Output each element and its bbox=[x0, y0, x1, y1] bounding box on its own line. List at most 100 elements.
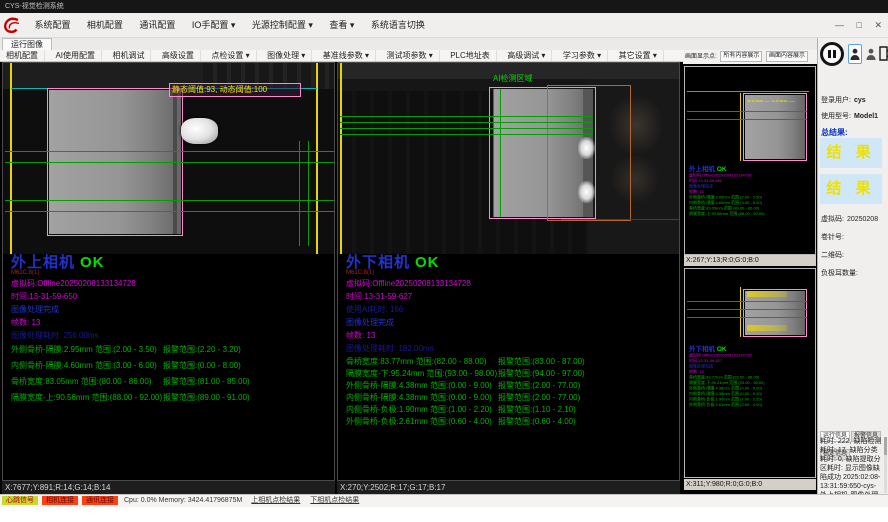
menu-camera-config[interactable]: 相机配置 bbox=[87, 13, 123, 38]
result-box-lower: 结 果 bbox=[820, 174, 882, 204]
ai-elapsed: 使用AI耗时: 166 bbox=[346, 304, 403, 315]
comm-connection-badge: 通讯连接 bbox=[82, 496, 118, 505]
log-scrollbar[interactable] bbox=[884, 437, 887, 493]
detection-roi-box bbox=[743, 93, 807, 161]
close-button[interactable]: ✕ bbox=[874, 20, 882, 30]
statusbar: 心跳信号相机连接通讯连接 Cpu: 0.0% Memory: 3424.41796… bbox=[0, 494, 888, 507]
tool-camera-debug[interactable]: 相机调试 bbox=[106, 50, 151, 61]
engineer-user-button[interactable] bbox=[865, 47, 877, 62]
menu-system-config[interactable]: 系统配置 bbox=[34, 13, 70, 38]
tab-show-screen-content[interactable]: 画面内容展示 bbox=[766, 51, 808, 62]
tool-ai-config[interactable]: AI使用配置 bbox=[49, 50, 102, 61]
threshold-label: 静态阈值:93, 动态阈值:100 bbox=[170, 84, 300, 96]
thumb-header: 画面显示点: 所有内容展示 画面内容展示 bbox=[683, 51, 817, 64]
guide-line-red bbox=[561, 219, 679, 220]
guide-line-yellow bbox=[340, 63, 342, 254]
camera-name: 外上相机 bbox=[11, 254, 75, 271]
menu-light-config[interactable]: 光源控制配置 ▾ bbox=[252, 13, 313, 38]
frame-count: 帧数: 13 bbox=[346, 330, 375, 341]
tool-advanced-debug[interactable]: 高级调试 ▾ bbox=[501, 50, 552, 61]
thumb-header-label: 画面显示点: bbox=[685, 54, 717, 60]
side-panel: 登录用户:cys 使用型号:Model1 总结果: 结 果 结 果 虚拟码:20… bbox=[817, 38, 888, 494]
result-box-upper: 结 果 bbox=[820, 138, 882, 168]
result-ok: OK bbox=[415, 254, 440, 271]
heartbeat-badge: 心跳信号 bbox=[2, 496, 38, 505]
camera-view-upper: 静态阈值:93, 动态阈值:100 外上相机 OK M61C.8(1) 虚拟码:O… bbox=[2, 62, 335, 481]
measurement-row: 外侧骨桥-隔膜:4.38mm 范围:(0.00 - 9.00)报警范围:(2.0… bbox=[346, 380, 679, 391]
menu-io-config[interactable]: IO手配置 ▾ bbox=[192, 13, 236, 38]
camera-image-upper: 静态阈值:93, 动态阈值:100 bbox=[3, 63, 334, 254]
pause-button[interactable] bbox=[820, 42, 844, 66]
tool-baseline-params[interactable]: 基准线参数 ▾ bbox=[317, 50, 376, 61]
measurement-row: 外侧骨桥-负极:2.61mm 范围:(0.60 - 4.00)报警范围:(0.6… bbox=[346, 416, 679, 427]
model-row: 使用型号:Model1 bbox=[821, 111, 878, 121]
tool-image-processing[interactable]: 图像处理 ▾ bbox=[261, 50, 312, 61]
minimize-button[interactable]: — bbox=[835, 20, 844, 30]
measurement-row: 骨桥宽度:83.77mm 范围:(82.00 - 88.00)报警范围:(83.… bbox=[346, 356, 679, 367]
maximize-button[interactable]: □ bbox=[857, 20, 862, 30]
thumb-result-text: 外下相机 OK 虚拟码:Offline20250208133134728 时间:… bbox=[689, 345, 816, 408]
value-label-tiny bbox=[747, 291, 787, 297]
measurement-row: 骨桥宽度:83.05mm 范围:(80.00 - 86.00)报警范围:(81.… bbox=[11, 376, 334, 387]
exit-button[interactable] bbox=[878, 44, 888, 63]
process-elapsed: 图像处理耗时: 256.00ms bbox=[11, 330, 99, 341]
user-icon bbox=[850, 48, 860, 61]
capture-time: 时间:13-31-59-627 bbox=[346, 291, 412, 302]
guide-line-green bbox=[687, 119, 807, 120]
model-value: Model1 bbox=[854, 113, 878, 120]
cpu-memory-text: Cpu: 0.0% Memory: 3424.41796875M bbox=[124, 497, 242, 504]
measurement-row: 内侧骨桥-隔膜:4.38mm 范围:(0.00 - 9.00)报警范围:(2.0… bbox=[346, 392, 679, 403]
upper-camera-check-link[interactable]: 上相机点检结果 bbox=[251, 497, 300, 504]
measurement-row: 内侧骨桥-隔膜:4.60mm 范围:(3.00 - 6.00)报警范围:(0.0… bbox=[11, 360, 334, 371]
guide-line-green bbox=[687, 317, 807, 318]
tool-advanced-settings[interactable]: 高级设置 bbox=[156, 50, 201, 61]
mouse-pixel-status-upper: X:7677;Y:891;R:14;G:14;B:14 bbox=[2, 481, 335, 494]
tab-highlight bbox=[181, 118, 218, 144]
winder-number-label: 卷针号: bbox=[821, 232, 844, 242]
tab-highlight bbox=[578, 137, 595, 159]
plc-address-text: M61C.8(1) bbox=[11, 270, 39, 276]
tool-spot-check[interactable]: 点检设置 ▾ bbox=[205, 50, 256, 61]
mouse-pixel-status-lower: X:270;Y:2502;R:17;G:17;B:17 bbox=[337, 481, 680, 494]
tool-other-settings[interactable]: 其它设置 ▾ bbox=[613, 50, 664, 61]
virtual-code-row: 虚拟码:20250208 bbox=[821, 214, 878, 224]
window-controls: — □ ✕ bbox=[825, 13, 882, 38]
thumb-result-text: 外上相机 OK 虚拟码:Offline20250208133134728 时间:… bbox=[689, 165, 816, 217]
menu-comm-config[interactable]: 通讯配置 bbox=[139, 13, 175, 38]
lower-camera-check-link[interactable]: 下相机点检结果 bbox=[310, 497, 359, 504]
menu-language-switch[interactable]: 系统语言切换 bbox=[371, 13, 425, 38]
operator-user-button[interactable] bbox=[848, 44, 862, 64]
result-ok: OK bbox=[80, 254, 105, 271]
tool-test-params[interactable]: 测试项参数 ▾ bbox=[380, 50, 439, 61]
tool-camera-config[interactable]: 相机配置 bbox=[0, 50, 45, 61]
virtual-code: 虚拟码:Offline20250208133134728 bbox=[11, 278, 136, 289]
camera-name: 外下相机 bbox=[346, 254, 410, 271]
app-window: CYS-视觉检测系统 系统配置 相机配置 通讯配置 IO手配置 ▾ 光源控制配置… bbox=[0, 0, 888, 522]
tab-show-all-content[interactable]: 所有内容展示 bbox=[720, 51, 762, 62]
camera-view-lower: AI检测区域 外下相机 OK M61C.8(1) 虚拟码:Offline20250… bbox=[337, 62, 680, 481]
camera-result-title: 外上相机 OK bbox=[11, 251, 105, 272]
login-user-row: 登录用户:cys bbox=[821, 95, 866, 105]
app-logo-icon bbox=[3, 16, 21, 34]
capture-time: 时间:13-31-59-650 bbox=[11, 291, 77, 302]
guide-line-yellow bbox=[316, 63, 318, 254]
tool-plc-address[interactable]: PLC地址表 bbox=[444, 50, 497, 61]
virtual-code: 虚拟码:Offline20250208133134728 bbox=[346, 278, 471, 289]
process-done: 图像处理完成 bbox=[11, 304, 59, 315]
plc-address-text: M61C.8(1) bbox=[346, 270, 374, 276]
tab-run-image[interactable]: 运行图像 bbox=[2, 38, 52, 50]
user-icon bbox=[866, 48, 876, 61]
camera-connection-badge: 相机连接 bbox=[42, 496, 78, 505]
tool-learning-params[interactable]: 学习参数 ▾ bbox=[557, 50, 608, 61]
negative-tab-count-label: 负极耳数量: bbox=[821, 268, 858, 278]
threshold-label-box: 静态阈值:93, 动态阈值:100 bbox=[169, 83, 301, 97]
menu-view[interactable]: 查看 ▾ bbox=[329, 13, 354, 38]
measurement-row: 内侧骨桥-负极:1.90mm 范围:(1.00 - 2.20)报警范围:(1.1… bbox=[346, 404, 679, 415]
measurement-row: 隔膜宽度-下:95.24mm 范围:(93.00 - 98.00)报警范围:(9… bbox=[346, 368, 679, 379]
frame-count: 帧数: 13 bbox=[11, 317, 40, 328]
guide-line-green bbox=[687, 111, 807, 112]
thumb-view-lower: 外下相机 OK 虚拟码:Offline20250208133134728 时间:… bbox=[684, 268, 816, 478]
tab-highlight bbox=[578, 181, 595, 203]
ai-area-label: AI检测区域 bbox=[493, 73, 533, 84]
threshold-label-tiny: 静态阈值:93, 动态阈值:100 bbox=[747, 96, 805, 102]
